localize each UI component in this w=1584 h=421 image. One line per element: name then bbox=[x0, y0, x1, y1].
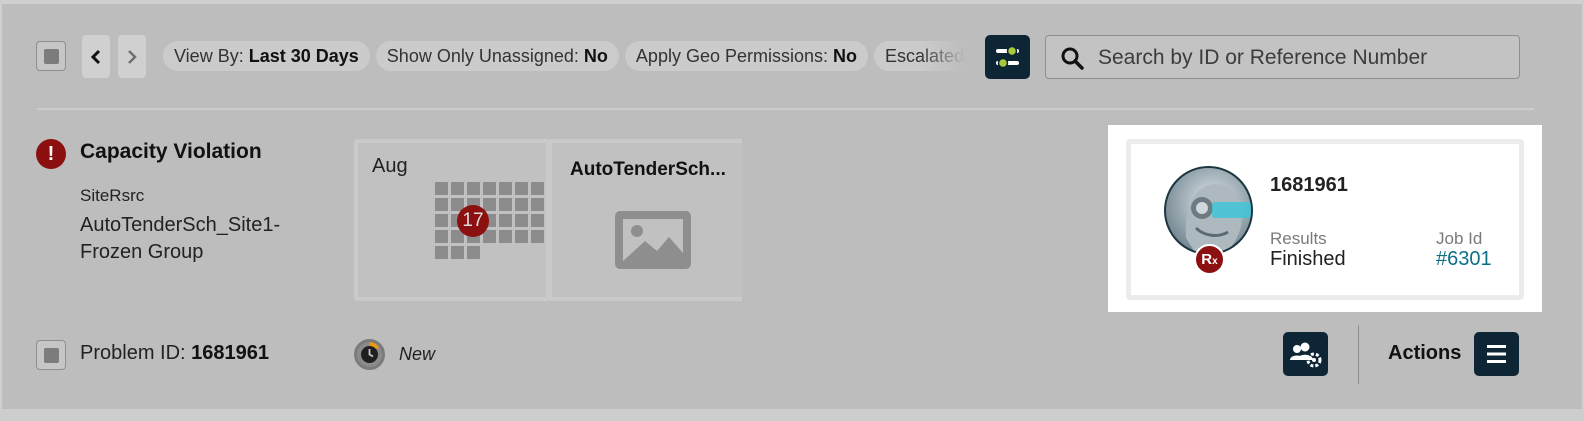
clock-icon bbox=[354, 339, 385, 370]
toolbar-divider bbox=[37, 108, 1534, 110]
calendar-cell bbox=[499, 182, 512, 195]
calendar-cell bbox=[483, 182, 496, 195]
chip-value: Last 30 Days bbox=[248, 46, 359, 66]
rx-badge-letter: R bbox=[1201, 251, 1213, 268]
calendar-cell bbox=[515, 230, 528, 243]
job-id-link[interactable]: #6301 bbox=[1436, 248, 1492, 271]
hamburger-icon bbox=[1487, 345, 1506, 363]
calendar-cell bbox=[515, 214, 528, 227]
bottom-strip bbox=[0, 409, 1584, 421]
resource-card[interactable]: AutoTenderSch... bbox=[548, 139, 742, 301]
job-card-highlight: Rx 1681961 Results Finished Job Id #6301 bbox=[1108, 125, 1542, 312]
chips-fade bbox=[920, 41, 972, 73]
actions-label: Actions bbox=[1388, 342, 1462, 364]
calendar-cell bbox=[451, 182, 464, 195]
calendar-cell bbox=[467, 246, 480, 259]
rx-badge: Rx bbox=[1194, 244, 1225, 275]
status-text: New bbox=[399, 344, 436, 364]
job-problem-id: 1681961 bbox=[1270, 174, 1348, 196]
calendar-cell bbox=[467, 182, 480, 195]
calendar-cell bbox=[483, 198, 496, 211]
sliders-icon bbox=[996, 45, 1019, 69]
calendar-cell bbox=[435, 182, 448, 195]
chip-value: No bbox=[583, 46, 608, 66]
prev-button[interactable] bbox=[82, 35, 110, 78]
calendar-cell bbox=[515, 198, 528, 211]
results-value: Finished bbox=[1270, 248, 1346, 270]
site-label: SiteRsrc bbox=[80, 186, 145, 205]
chip-key: Show Only Unassigned: bbox=[386, 46, 579, 66]
group-name: AutoTenderSch_Site1-Frozen Group bbox=[80, 214, 281, 263]
calendar-cell bbox=[499, 214, 512, 227]
chip-value: No bbox=[833, 46, 858, 66]
row-checkbox[interactable] bbox=[36, 340, 66, 370]
filter-settings-button[interactable] bbox=[985, 35, 1030, 79]
calendar-cell bbox=[531, 214, 544, 227]
job-id-label: Job Id bbox=[1436, 229, 1483, 248]
results-label: Results bbox=[1270, 229, 1327, 248]
alert-icon: ! bbox=[36, 139, 66, 169]
calendar-cell bbox=[451, 246, 464, 259]
calendar-cell bbox=[515, 182, 528, 195]
select-all-checkbox[interactable] bbox=[36, 41, 66, 71]
filter-chips: View By: Last 30 Days Show Only Unassigne… bbox=[163, 41, 971, 73]
chevron-left-icon bbox=[90, 49, 101, 64]
robot-avatar bbox=[1164, 166, 1253, 255]
actions-separator bbox=[1358, 325, 1359, 384]
calendar-cell bbox=[435, 246, 448, 259]
problem-id-label: Problem ID: bbox=[80, 342, 186, 364]
search-placeholder: Search by ID or Reference Number bbox=[1098, 46, 1428, 69]
cards-strip: Aug 17 AutoTenderSch... bbox=[352, 136, 742, 306]
assign-users-button[interactable] bbox=[1283, 332, 1328, 376]
robot-head-icon bbox=[1185, 183, 1251, 253]
next-button[interactable] bbox=[118, 35, 146, 78]
actions-menu-button[interactable] bbox=[1474, 332, 1519, 376]
chip-key: View By: bbox=[174, 46, 244, 66]
resource-card-title: AutoTenderSch... bbox=[570, 159, 726, 180]
problem-id-value: 1681961 bbox=[191, 342, 270, 364]
calendar-cell bbox=[499, 198, 512, 211]
image-placeholder-icon bbox=[615, 211, 691, 269]
problem-title: Capacity Violation bbox=[80, 140, 262, 163]
calendar-cell bbox=[435, 230, 448, 243]
calendar-cell bbox=[531, 182, 544, 195]
filter-chip-view-by[interactable]: View By: Last 30 Days bbox=[163, 41, 370, 71]
chevron-right-icon bbox=[128, 49, 137, 64]
filter-chip-unassigned[interactable]: Show Only Unassigned: No bbox=[375, 41, 619, 71]
calendar-cell bbox=[435, 198, 448, 211]
calendar-cell bbox=[435, 214, 448, 227]
search-box[interactable]: Search by ID or Reference Number bbox=[1045, 35, 1520, 79]
calendar-cell bbox=[499, 230, 512, 243]
users-gear-icon bbox=[1290, 342, 1322, 368]
job-card[interactable]: Rx 1681961 Results Finished Job Id #6301 bbox=[1126, 139, 1524, 300]
calendar-cell bbox=[531, 230, 544, 243]
search-icon bbox=[1061, 47, 1084, 70]
filter-chip-geo-permissions[interactable]: Apply Geo Permissions: No bbox=[624, 41, 869, 71]
calendar-cell bbox=[531, 198, 544, 211]
chip-key: Apply Geo Permissions: bbox=[635, 46, 828, 66]
calendar-cell bbox=[483, 230, 496, 243]
calendar-month: Aug bbox=[372, 155, 408, 177]
calendar-day-badge: 17 bbox=[457, 205, 489, 237]
calendar-card[interactable]: Aug 17 bbox=[354, 139, 550, 301]
problem-id: Problem ID: 1681961 bbox=[80, 342, 269, 365]
